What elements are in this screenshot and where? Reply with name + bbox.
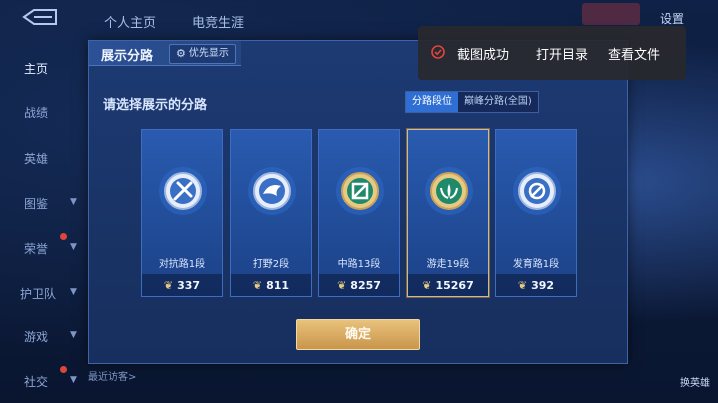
notification-dot (60, 233, 67, 240)
sidebar-item-social[interactable]: 社交 (24, 373, 48, 390)
sidebar-item-heroes[interactable]: 英雄 (24, 150, 48, 167)
switch-hero-button[interactable]: 换英雄 (680, 374, 710, 389)
archer-emblem-icon (513, 167, 561, 215)
lane-score: 15267 (435, 278, 474, 292)
sidebar-item-record[interactable]: 战绩 (24, 104, 48, 121)
gear-icon: ⚙ (176, 47, 186, 60)
tab-esports[interactable]: 电竞生涯 (192, 12, 244, 31)
sidebar-item-honor[interactable]: 荣誉 (24, 240, 48, 257)
toggle-lane-rank[interactable]: 分路段位 (406, 92, 458, 112)
lane-name: 游走19段 (426, 259, 470, 270)
lane-name: 对抗路1段 (158, 259, 206, 270)
toast-message: 截图成功 (457, 48, 510, 63)
score-row: ❦ 337 (142, 274, 222, 296)
screenshot-toast: 截图成功 打开目录 查看文件 (418, 26, 686, 80)
chevron-down-icon: ▼ (70, 242, 77, 252)
lane-card-mid[interactable]: 中路13段 ❦ 8257 (318, 129, 400, 297)
gold-leaf-icon: ❦ (422, 278, 432, 292)
support-emblem-icon (425, 167, 473, 215)
lane-name: 中路13段 (337, 259, 381, 270)
score-row: ❦ 8257 (319, 274, 399, 296)
prompt-text: 请选择展示的分路 (103, 98, 208, 113)
sidebar-item-home[interactable]: 主页 (24, 60, 48, 77)
gold-leaf-icon: ❦ (517, 278, 528, 292)
lane-score: 392 (531, 278, 555, 292)
lane-card-jungle[interactable]: 打野2段 ❦ 811 (230, 129, 312, 297)
score-row: ❦ 392 (496, 274, 576, 296)
lane-card-farm[interactable]: 发育路1段 ❦ 392 (495, 129, 577, 297)
priority-label: 优先显示 (188, 48, 229, 59)
lane-card-top[interactable]: 对抗路1段 ❦ 337 (141, 129, 223, 297)
lane-score: 337 (177, 278, 201, 292)
gold-leaf-icon: ❦ (337, 278, 347, 292)
gold-leaf-icon: ❦ (252, 278, 263, 292)
toggle-peak-lane[interactable]: 巅峰分路(全国) (458, 92, 538, 112)
chevron-down-icon: ▼ (70, 330, 77, 340)
priority-display-button[interactable]: ⚙ 优先显示 (169, 44, 236, 64)
rank-toggle: 分路段位 巅峰分路(全国) (405, 91, 539, 113)
tab-profile[interactable]: 个人主页 (104, 12, 156, 31)
lane-select-panel: 展示分路 ⚙ 优先显示 请选择展示的分路 分路段位 巅峰分路(全国) 对抗路1段… (88, 40, 628, 364)
chevron-down-icon: ▼ (70, 375, 77, 385)
chevron-down-icon: ▼ (70, 287, 77, 297)
score-row: ❦ 15267 (408, 274, 488, 296)
lane-name: 打野2段 (252, 259, 290, 270)
notification-dot (60, 366, 67, 373)
beast-emblem-icon (248, 167, 296, 215)
settings-button[interactable]: 设置 (660, 10, 684, 27)
lane-card-support[interactable]: 游走19段 ❦ 15267 (407, 129, 489, 297)
panel-title: 展示分路 (101, 49, 154, 64)
score-row: ❦ 811 (231, 274, 311, 296)
check-circle-icon (431, 45, 445, 59)
sidebar-item-codex[interactable]: 图鉴 (24, 195, 48, 212)
lane-name: 发育路1段 (512, 259, 560, 270)
confirm-button[interactable]: 确定 (296, 319, 420, 350)
mid-emblem-icon (336, 167, 384, 215)
lane-score: 8257 (350, 278, 381, 292)
recent-visitors[interactable]: 最近访客> (88, 368, 136, 383)
view-file-link[interactable]: 查看文件 (608, 44, 660, 63)
sidebar-item-games[interactable]: 游戏 (24, 328, 48, 345)
back-arrow-icon[interactable] (22, 8, 58, 26)
mail-badge[interactable] (582, 3, 640, 25)
sword-emblem-icon (159, 167, 207, 215)
chevron-down-icon: ▼ (70, 197, 77, 207)
gold-leaf-icon: ❦ (163, 278, 174, 292)
sidebar: 主页 战绩 英雄 图鉴 ▼ 荣誉 ▼ 护卫队 ▼ 游戏 ▼ 社交 ▼ (0, 0, 88, 403)
lane-score: 811 (266, 278, 290, 292)
sidebar-item-guard[interactable]: 护卫队 (20, 285, 56, 302)
open-directory-link[interactable]: 打开目录 (536, 44, 588, 63)
